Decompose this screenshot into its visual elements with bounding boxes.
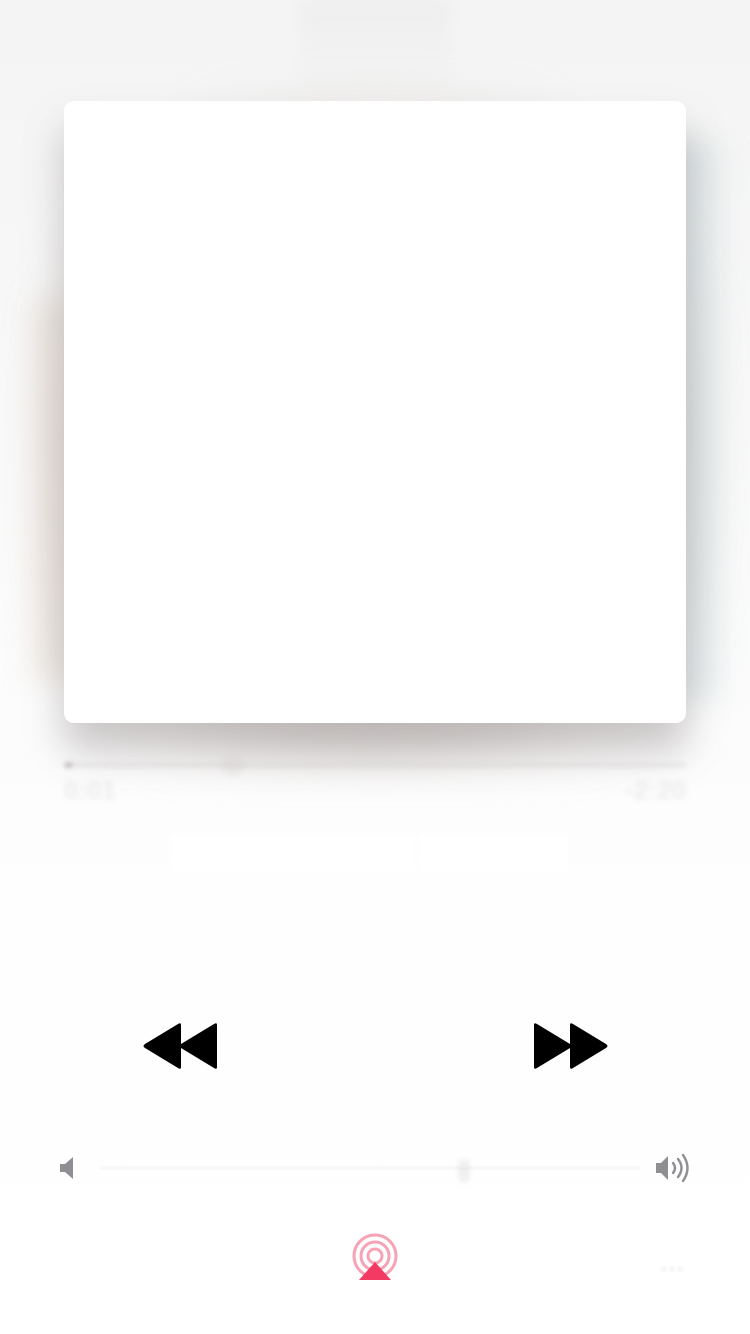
airplay-icon: [352, 1233, 398, 1280]
playback-scrubber-knob[interactable]: [222, 754, 244, 776]
fast-forward-button[interactable]: [527, 1018, 617, 1074]
ellipsis-icon: •••: [659, 1256, 685, 1283]
volume-control: [0, 1145, 750, 1190]
airplay-button[interactable]: [348, 1232, 402, 1284]
transport-controls: [0, 1010, 750, 1080]
fast-forward-icon: [534, 1023, 608, 1069]
speaker-high-icon: [656, 1153, 689, 1183]
volume-slider[interactable]: [100, 1166, 640, 1170]
time-elapsed: 0:01: [64, 775, 117, 805]
speaker-low-icon: [60, 1157, 73, 1179]
volume-slider-knob[interactable]: [458, 1159, 470, 1183]
play-button[interactable]: [320, 1010, 430, 1080]
rewind-button[interactable]: [134, 1018, 224, 1074]
now-playing-screen: 0:01 -2:20 •••: [0, 0, 750, 1334]
playback-scrubber[interactable]: [64, 762, 686, 768]
artwork-glow-left: [20, 300, 70, 680]
track-title-highlight: [170, 834, 415, 872]
playback-progress-fill: [64, 762, 74, 768]
track-artist-highlight: [418, 834, 568, 872]
play-icon: [345, 1015, 405, 1075]
rewind-icon: [143, 1023, 217, 1069]
time-remaining: -2:20: [625, 775, 686, 805]
album-artwork: [64, 101, 686, 723]
more-button[interactable]: •••: [652, 1256, 692, 1283]
